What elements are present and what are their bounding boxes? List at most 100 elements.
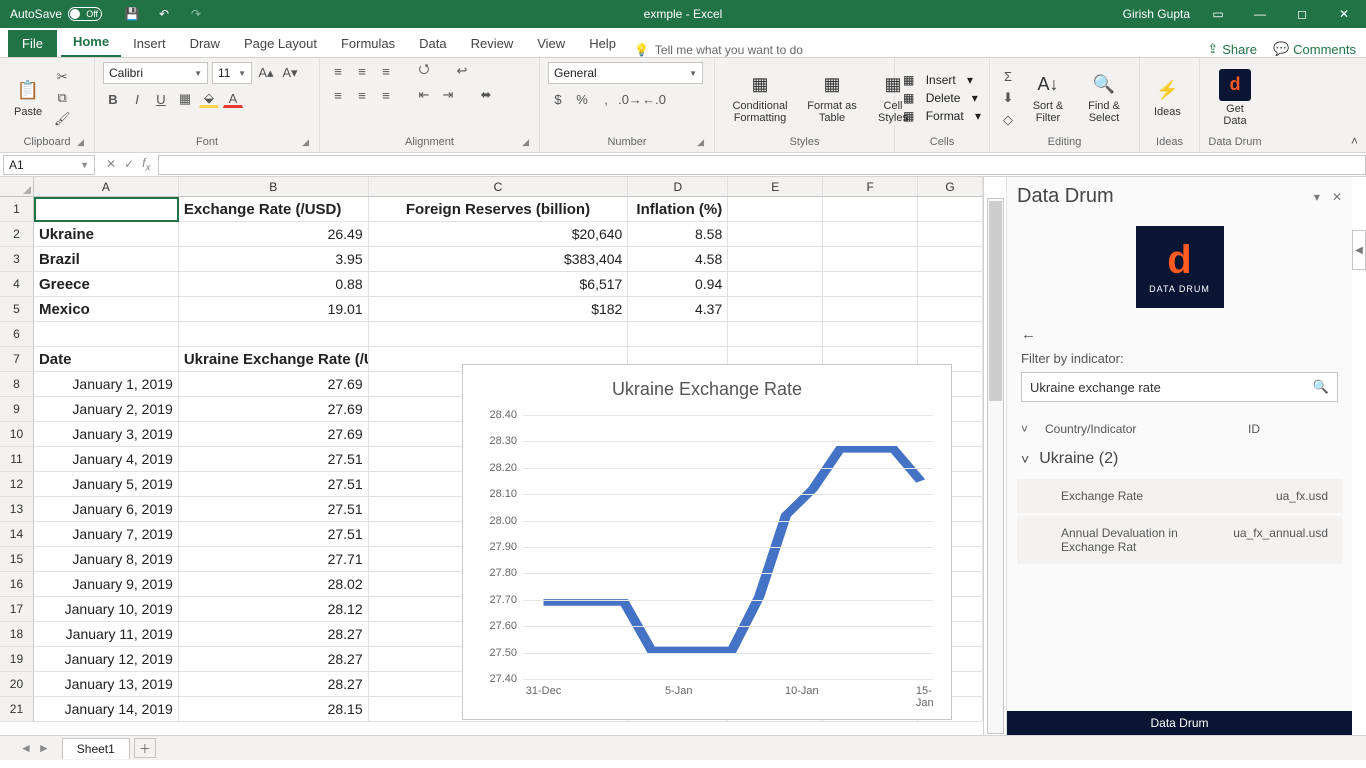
pane-back-button[interactable]: ← [1007,326,1352,351]
fill-color-icon[interactable]: ⬙ [199,90,219,108]
font-name-combo[interactable]: Calibri▼ [103,62,208,84]
border-icon[interactable]: ▦ [175,90,195,108]
cell[interactable] [34,322,179,347]
cell[interactable] [918,272,983,297]
column-header[interactable]: G [918,177,983,196]
tab-draw[interactable]: Draw [178,30,232,57]
cell[interactable]: 27.51 [179,522,369,547]
row-header[interactable]: 3 [0,247,34,272]
decrease-decimal-icon[interactable]: ←.0 [644,90,664,108]
underline-icon[interactable]: U [151,90,171,108]
row-header[interactable]: 5 [0,297,34,322]
result-group[interactable]: ˅Ukraine (2) [1007,442,1352,476]
redo-icon[interactable]: ↷ [188,6,204,22]
cell[interactable] [918,297,983,322]
tab-home[interactable]: Home [61,28,121,57]
row-header[interactable]: 20 [0,672,34,697]
font-size-combo[interactable]: 11▼ [212,62,252,84]
cell[interactable]: 28.02 [179,572,369,597]
cell[interactable] [728,322,823,347]
row-header[interactable]: 16 [0,572,34,597]
comments-button[interactable]: 💬Comments [1273,41,1356,57]
file-tab[interactable]: File [8,30,57,57]
cell[interactable]: 8.58 [628,222,728,247]
cell[interactable]: 28.27 [179,672,369,697]
format-as-table-button[interactable]: ▦Format as Table [801,70,863,126]
cell[interactable]: 28.12 [179,597,369,622]
row-header[interactable]: 17 [0,597,34,622]
cell[interactable]: January 11, 2019 [34,622,179,647]
select-all-corner[interactable] [0,177,34,196]
alignment-launcher-icon[interactable]: ◢ [522,137,529,148]
row-header[interactable]: 2 [0,222,34,247]
indent-decrease-icon[interactable]: ⇤ [414,86,434,104]
cell[interactable]: Exchange Rate (/USD) [179,197,369,222]
cell[interactable]: January 6, 2019 [34,497,179,522]
embedded-chart[interactable]: Ukraine Exchange Rate 28.4028.3028.2028.… [462,364,952,720]
indicator-search-input[interactable]: Ukraine exchange rate 🔍 [1021,372,1338,402]
row-header[interactable]: 4 [0,272,34,297]
user-name[interactable]: Girish Gupta [1123,7,1190,21]
cell[interactable] [918,322,983,347]
autosum-icon[interactable]: Σ [998,67,1018,85]
cell[interactable]: 27.69 [179,372,369,397]
increase-decimal-icon[interactable]: .0→ [620,90,640,108]
pane-menu-icon[interactable]: ▾ [1314,190,1320,204]
cell[interactable] [823,247,918,272]
close-icon[interactable]: ✕ [1330,0,1358,28]
cell[interactable] [823,297,918,322]
cell[interactable]: 4.37 [628,297,728,322]
maximize-icon[interactable]: ◻ [1288,0,1316,28]
cell[interactable] [823,322,918,347]
sort-filter-button[interactable]: A↓Sort & Filter [1022,70,1074,126]
cell[interactable] [728,297,823,322]
cell[interactable]: January 1, 2019 [34,372,179,397]
wrap-text-icon[interactable]: ↩ [452,62,472,80]
name-box[interactable]: A1▼ [3,155,95,175]
cell[interactable]: 28.27 [179,622,369,647]
cell[interactable]: Foreign Reserves (billion) [369,197,629,222]
italic-icon[interactable]: I [127,90,147,108]
align-middle-icon[interactable]: ≡ [352,62,372,80]
row-header[interactable]: 10 [0,422,34,447]
collapse-pane-icon[interactable]: ◀ [1352,230,1366,270]
indent-increase-icon[interactable]: ⇥ [438,86,458,104]
new-sheet-button[interactable]: ＋ [134,738,156,758]
share-button[interactable]: ⇪Share [1207,41,1257,57]
cell[interactable]: January 12, 2019 [34,647,179,672]
autosave-toggle[interactable]: AutoSave Off [0,7,112,21]
save-icon[interactable]: 💾 [124,6,140,22]
cell[interactable]: 19.01 [179,297,369,322]
format-painter-icon[interactable]: 🖌 [52,110,72,128]
tab-data[interactable]: Data [407,30,458,57]
column-header[interactable]: F [823,177,918,196]
cell[interactable]: $182 [369,297,629,322]
cell[interactable]: $6,517 [369,272,629,297]
fill-icon[interactable]: ⬇ [998,89,1018,107]
cell[interactable] [34,197,179,222]
cell[interactable] [918,247,983,272]
cell[interactable]: 27.69 [179,397,369,422]
cell[interactable]: January 7, 2019 [34,522,179,547]
column-header[interactable]: C [369,177,629,196]
tab-insert[interactable]: Insert [121,30,178,57]
font-color-icon[interactable]: A [223,90,243,108]
align-bottom-icon[interactable]: ≡ [376,62,396,80]
column-header[interactable]: A [34,177,179,196]
grow-font-icon[interactable]: A▴ [256,64,276,82]
column-header[interactable]: B [179,177,369,196]
cell[interactable] [823,272,918,297]
cell[interactable]: 27.69 [179,422,369,447]
cell[interactable]: January 14, 2019 [34,697,179,722]
row-header[interactable]: 19 [0,647,34,672]
enter-formula-icon[interactable]: ✓ [124,157,134,171]
row-header[interactable]: 21 [0,697,34,722]
cell[interactable] [918,197,983,222]
undo-icon[interactable]: ↶ [156,6,172,22]
minimize-icon[interactable]: — [1246,0,1274,28]
cell[interactable]: January 2, 2019 [34,397,179,422]
cell[interactable] [369,322,629,347]
cell[interactable] [728,222,823,247]
cell[interactable]: January 13, 2019 [34,672,179,697]
align-top-icon[interactable]: ≡ [328,62,348,80]
